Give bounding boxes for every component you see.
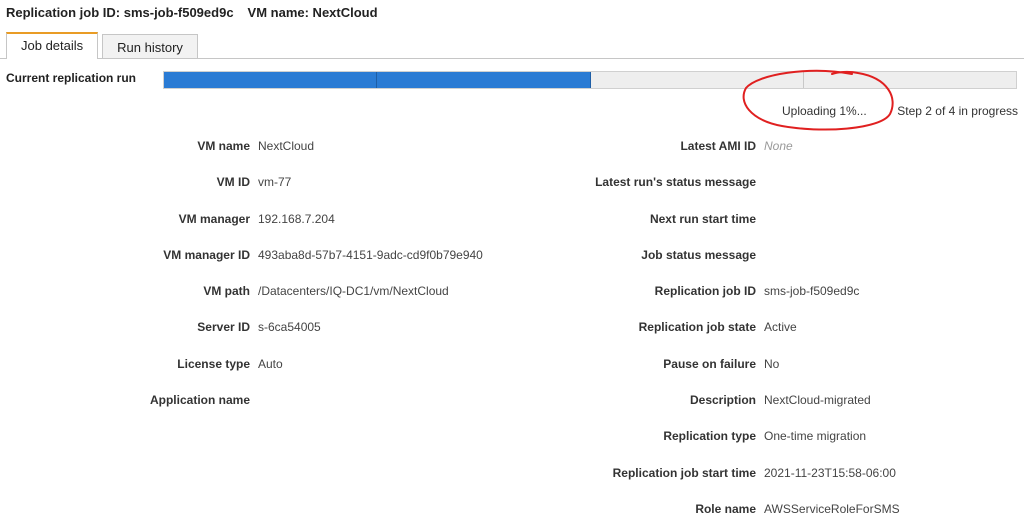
detail-label: Replication job start time bbox=[612, 465, 756, 480]
detail-label: VM manager bbox=[178, 211, 250, 226]
detail-label: License type bbox=[177, 356, 250, 371]
page-header: Replication job ID: sms-job-f509ed9c VM n… bbox=[6, 5, 378, 20]
progress-segment-complete bbox=[377, 72, 591, 88]
detail-value: sms-job-f509ed9c bbox=[764, 284, 860, 299]
progress-segment-complete bbox=[164, 72, 378, 88]
detail-label: Server ID bbox=[197, 320, 250, 335]
detail-value: Auto bbox=[258, 356, 283, 371]
replication-job-page: Replication job ID: sms-job-f509ed9c VM n… bbox=[0, 0, 1024, 529]
progress-segment-pending bbox=[591, 72, 804, 88]
detail-label: Replication type bbox=[663, 429, 756, 444]
detail-label: VM manager ID bbox=[163, 247, 250, 262]
detail-label: Application name bbox=[149, 393, 250, 408]
tab-run-history[interactable]: Run history bbox=[102, 34, 198, 59]
detail-value: Active bbox=[764, 320, 797, 335]
tab-bar: Job details Run history bbox=[6, 32, 202, 59]
detail-value: One-time migration bbox=[764, 429, 867, 444]
detail-value: 2021-11-23T15:58-06:00 bbox=[764, 465, 896, 480]
detail-label: Replication job ID bbox=[654, 284, 756, 299]
detail-label: Pause on failure bbox=[663, 356, 756, 371]
detail-value: 493aba8d-57b7-4151-9adc-cd9f0b79e940 bbox=[258, 247, 483, 262]
detail-value: NextCloud bbox=[258, 139, 315, 153]
upload-status-text: Uploading 1%... bbox=[782, 104, 867, 118]
detail-value: No bbox=[764, 356, 780, 371]
detail-label: Job status message bbox=[641, 247, 756, 262]
detail-label: Latest AMI ID bbox=[680, 139, 756, 153]
detail-value: /Datacenters/IQ-DC1/vm/NextCloud bbox=[258, 284, 449, 299]
detail-label: VM path bbox=[203, 284, 250, 299]
tab-divider bbox=[0, 58, 1024, 59]
detail-label: VM name bbox=[197, 139, 250, 153]
tab-job-details[interactable]: Job details bbox=[6, 32, 99, 59]
detail-label: Latest run's status message bbox=[595, 175, 756, 190]
detail-label: VM ID bbox=[216, 175, 250, 190]
detail-value: 192.168.7.204 bbox=[258, 211, 335, 226]
detail-value: NextCloud-migrated bbox=[764, 393, 871, 408]
detail-label: Next run start time bbox=[649, 211, 756, 226]
vm-name-heading: VM name: NextCloud bbox=[247, 5, 378, 20]
detail-value: AWSServiceRoleForSMS bbox=[764, 501, 900, 516]
progress-segment-pending bbox=[804, 72, 1016, 88]
step-progress-text: Step 2 of 4 in progress bbox=[897, 104, 1018, 118]
detail-value: None bbox=[764, 139, 793, 153]
detail-value: vm-77 bbox=[258, 175, 292, 190]
replication-progress-bar bbox=[163, 71, 1017, 89]
replication-job-id-heading: Replication job ID: sms-job-f509ed9c bbox=[6, 5, 234, 20]
detail-label: Replication job state bbox=[638, 320, 756, 335]
detail-value: s-6ca54005 bbox=[258, 320, 321, 335]
detail-label: Description bbox=[689, 393, 756, 408]
current-replication-run-label: Current replication run bbox=[6, 71, 137, 85]
detail-label: Role name bbox=[695, 501, 756, 516]
